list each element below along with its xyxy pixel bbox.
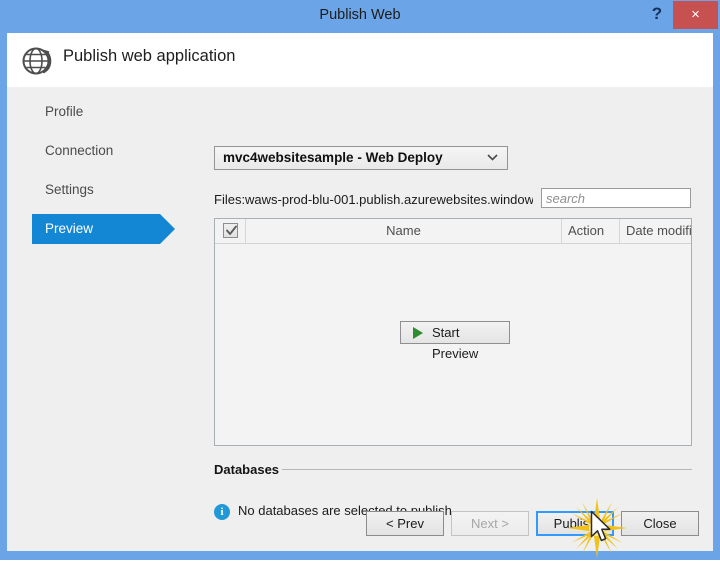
select-all-checkbox[interactable]	[223, 223, 238, 238]
dialog-footer: < Prev Next > Publish Close	[7, 497, 713, 551]
close-icon[interactable]: ×	[673, 1, 718, 29]
publish-web-dialog: Publish Web ? × Publish web application	[0, 0, 720, 560]
sidebar: Profile Connection Settings Preview	[7, 87, 203, 551]
column-header-name[interactable]: Name	[246, 219, 562, 243]
search-input[interactable]	[541, 188, 691, 208]
databases-section-divider	[282, 469, 692, 470]
help-icon[interactable]: ?	[642, 0, 672, 30]
column-header-date-modified[interactable]: Date modifie	[620, 219, 691, 243]
sidebar-item-connection[interactable]: Connection	[32, 136, 182, 166]
close-button[interactable]: Close	[621, 511, 699, 536]
globe-publish-icon	[20, 43, 56, 79]
publish-button[interactable]: Publish	[536, 511, 614, 536]
file-list-header-row: Name Action Date modifie	[215, 219, 691, 244]
publish-profile-value: mvc4websitesample - Web Deploy	[223, 150, 443, 165]
databases-section-title: Databases	[214, 462, 280, 477]
file-list-box[interactable]: Name Action Date modifie Start Preview	[214, 218, 692, 446]
next-button: Next >	[451, 511, 529, 536]
dialog-client-area: Publish web application Profile Connecti…	[7, 33, 713, 551]
files-path-value: waws-prod-blu-001.publish.azurewebsites.…	[245, 192, 533, 207]
dialog-header: Publish web application	[7, 33, 713, 87]
page-title: Publish web application	[63, 47, 236, 65]
files-label: Files:	[214, 192, 246, 207]
sidebar-item-settings[interactable]: Settings	[32, 175, 182, 205]
prev-button[interactable]: < Prev	[366, 511, 444, 536]
publish-profile-dropdown[interactable]: mvc4websitesample - Web Deploy	[214, 146, 508, 170]
play-icon	[413, 327, 423, 339]
column-header-action[interactable]: Action	[562, 219, 620, 243]
select-all-column[interactable]	[215, 219, 246, 243]
title-bar: Publish Web ? ×	[0, 0, 720, 32]
chevron-down-icon	[487, 147, 498, 169]
start-preview-label: Start Preview	[432, 325, 479, 361]
sidebar-item-profile[interactable]: Profile	[32, 97, 182, 127]
start-preview-button[interactable]: Start Preview	[400, 321, 510, 361]
window-title: Publish Web	[319, 7, 401, 23]
main-panel: mvc4websitesample - Web Deploy Files: wa…	[203, 87, 713, 551]
sidebar-item-preview[interactable]: Preview	[32, 214, 175, 244]
